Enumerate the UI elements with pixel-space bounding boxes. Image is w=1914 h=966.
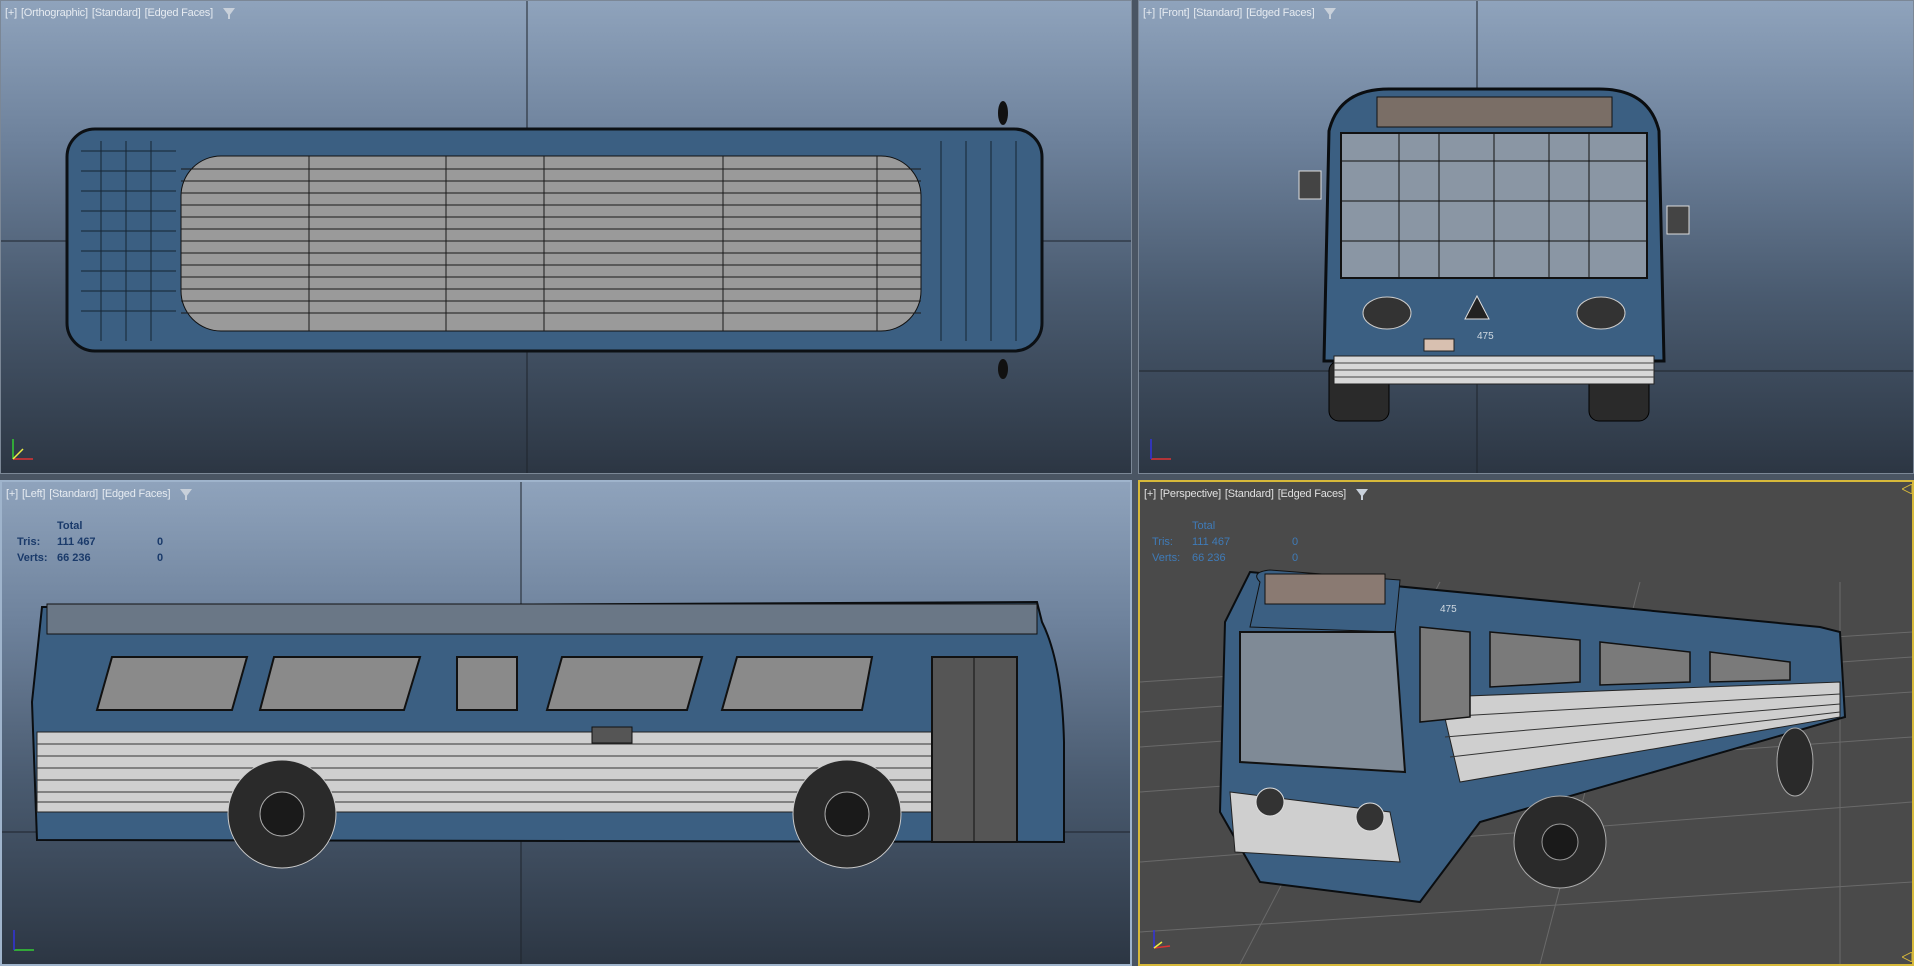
stats-tris-value: 111 467 [1192,536,1231,548]
stats-header: Total [1192,520,1216,532]
filter-icon[interactable] [222,8,235,20]
viewport-perspective[interactable]: 475 [+] [Perspective] [Standard] [Edged Fac… [1138,480,1914,966]
stats-tris-selected: 0 [157,536,164,548]
bus-top-view [1,1,1131,473]
viewport-view-type[interactable]: [Left] [22,488,45,500]
viewport-display-mode[interactable]: [Edged Faces] [145,7,214,19]
viewport-corner-top-icon [1902,484,1912,494]
viewport-view-type[interactable]: [Perspective] [1160,488,1221,500]
stats-verts-label: Verts: [17,552,48,564]
stats-tris-label: Tris: [1152,536,1173,548]
filter-icon[interactable] [1356,489,1369,501]
filter-icon[interactable] [180,489,193,501]
stats-header: Total [57,520,83,532]
viewport-display-mode[interactable]: [Edged Faces] [102,488,171,500]
viewport-label[interactable]: [+] [Left] [Standard] [Edged Faces] [6,488,196,501]
stats-verts-value: 66 236 [1192,552,1226,564]
axis-gizmo-icon [12,439,33,460]
filter-icon[interactable] [1324,8,1337,20]
bus-number-front: 475 [1477,331,1494,342]
axis-gizmo-icon [13,930,34,951]
scene-statistics: Total Tris: 111 467 0 Verts: 66 236 0 [17,518,187,566]
viewport-orthographic[interactable]: [+] [Orthographic] [Standard] [Edged Faces] [0,0,1132,474]
viewport-view-type[interactable]: [Front] [1159,7,1190,19]
viewport-front[interactable]: 475 [+] [Front] [Standard] [Edged Faces] [1138,0,1914,474]
stats-tris-value: 111 467 [57,536,96,548]
stats-verts-value: 66 236 [57,552,91,564]
viewport-shading-mode[interactable]: [Standard] [92,7,141,19]
viewport-left[interactable]: [+] [Left] [Standard] [Edged Faces] Total T… [0,480,1132,966]
viewport-label[interactable]: [+] [Front] [Standard] [Edged Faces] [1143,7,1340,20]
scene-statistics: Total Tris: 111 467 0 Verts: 66 236 0 [1152,518,1322,566]
viewport-label[interactable]: [+] [Orthographic] [Standard] [Edged Faces] [5,7,239,20]
viewport-display-mode[interactable]: [Edged Faces] [1246,7,1315,19]
stats-tris-label: Tris: [17,536,41,548]
viewport-menu-plus[interactable]: [+] [6,488,18,500]
viewport-display-mode[interactable]: [Edged Faces] [1278,488,1347,500]
viewport-menu-plus[interactable]: [+] [1143,7,1155,19]
stats-verts-selected: 0 [157,552,164,564]
viewport-view-type[interactable]: [Orthographic] [21,7,88,19]
viewport-menu-plus[interactable]: [+] [1144,488,1156,500]
stats-verts-label: Verts: [1152,552,1181,564]
viewport-shading-mode[interactable]: [Standard] [1225,488,1274,500]
viewport-label[interactable]: [+] [Perspective] [Standard] [Edged Faces] [1144,488,1372,501]
viewport-shading-mode[interactable]: [Standard] [1193,7,1242,19]
viewport-corner-bottom-icon [1902,952,1912,962]
stats-verts-selected: 0 [1292,552,1299,564]
viewport-menu-plus[interactable]: [+] [5,7,17,19]
axis-gizmo-icon [1153,930,1171,949]
axis-gizmo-icon [1150,439,1171,460]
viewport-shading-mode[interactable]: [Standard] [49,488,98,500]
bus-number-side: 475 [1440,604,1457,615]
bus-front-view: 475 [1139,1,1913,473]
stats-tris-selected: 0 [1292,536,1299,548]
